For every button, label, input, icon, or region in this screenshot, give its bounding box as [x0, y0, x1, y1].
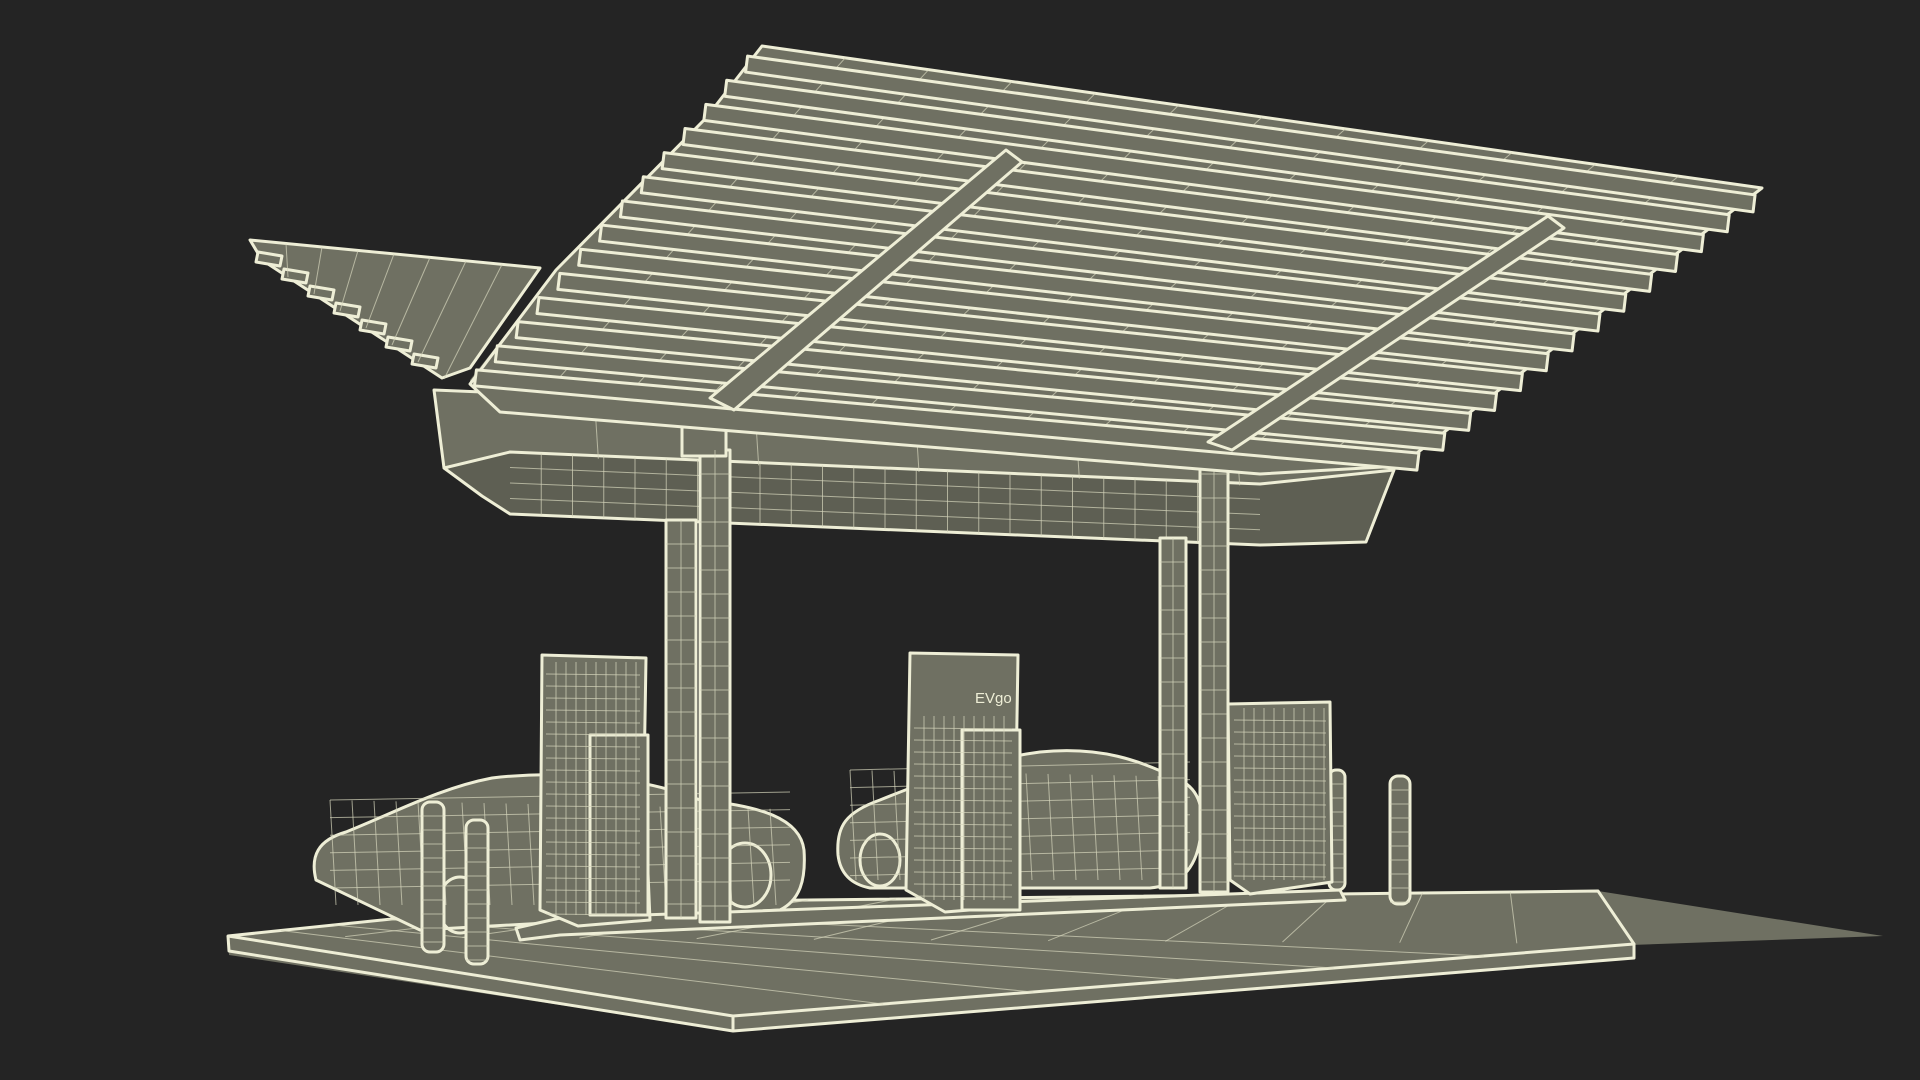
charger-center: EVgo: [904, 651, 1022, 914]
ev-charging-station-wireframe: EVgo: [226, 44, 1883, 1033]
charger-logo: EVgo: [975, 690, 1012, 707]
canopy-roof: [468, 44, 1764, 476]
charger-right: [1226, 700, 1334, 896]
charger-left: [538, 653, 652, 928]
